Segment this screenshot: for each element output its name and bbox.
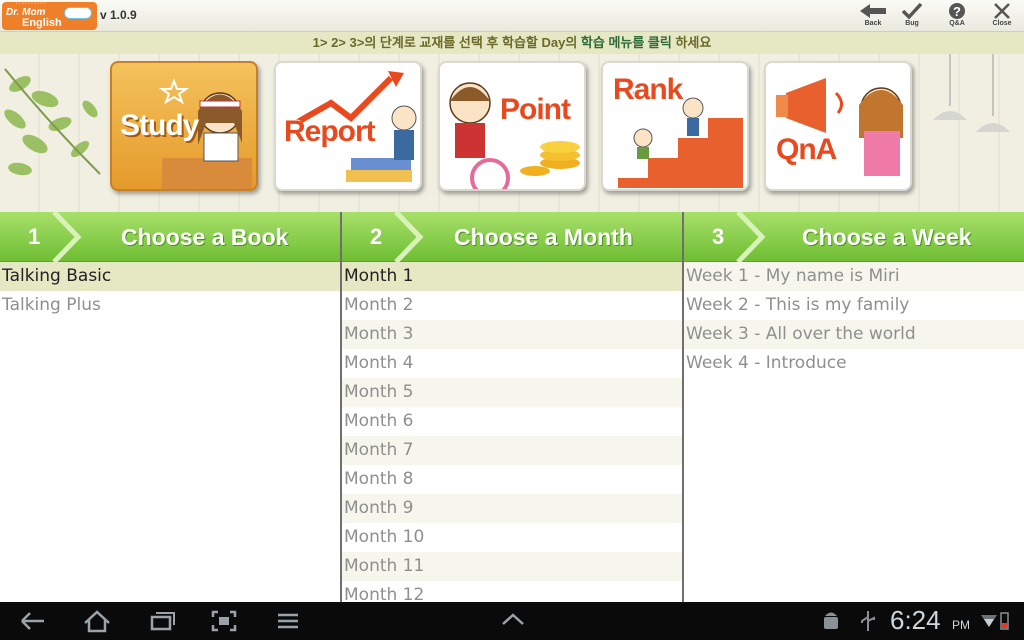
book-step-number: 1: [28, 224, 41, 249]
app-version: v 1.0.9: [100, 8, 137, 22]
month-list-item[interactable]: Month 9: [342, 494, 682, 523]
point-illustration-icon: [449, 82, 580, 189]
qa-label: Q&A: [949, 20, 965, 27]
month-list-item[interactable]: Month 8: [342, 465, 682, 494]
lamp-decoration-icon-2: [976, 54, 1010, 132]
month-list-item[interactable]: Month 2: [342, 291, 682, 320]
logo-line2: English: [22, 17, 62, 29]
book-column-title: Choose a Book: [121, 224, 289, 250]
study-label: Study: [120, 109, 199, 142]
wifi-icon: [981, 615, 997, 627]
month-column-title: Choose a Month: [454, 224, 633, 250]
back-arrow-icon: [860, 4, 886, 18]
month-column-header: 2 Choose a Month: [342, 212, 682, 262]
rank-menu-button[interactable]: Rank: [601, 61, 749, 191]
app-window: · · · · · · · · · · Dr. Mom English v 1.…: [0, 0, 1024, 640]
top-bar: · · · · · · · · · · Dr. Mom English v 1.…: [0, 0, 1024, 32]
point-menu-button[interactable]: Point: [438, 61, 586, 191]
menu-icon[interactable]: [276, 609, 300, 633]
week-list: Week 1 - My name is Miri Week 2 - This is…: [684, 262, 1024, 378]
status-time: 6:24: [890, 605, 941, 635]
instruction-text: 1> 2> 3>의 단계로 교재를 선택 후 학습할 Day의 학습 메뉴를 클…: [0, 32, 1024, 54]
screenshot-icon[interactable]: [210, 609, 238, 633]
instruction-highlight: 학습 메뉴를 클릭: [580, 35, 672, 50]
battery-icon: [1000, 612, 1009, 630]
system-nav-bar: 6:24 PM: [0, 602, 1024, 640]
status-ampm: PM: [952, 618, 970, 632]
month-list-item[interactable]: Month 4: [342, 349, 682, 378]
svg-text:?: ?: [953, 4, 961, 19]
book-column-header: 1 Choose a Book: [0, 212, 340, 262]
qa-button[interactable]: ? Q&A: [940, 2, 974, 30]
week-list-item[interactable]: Week 4 - Introduce: [684, 349, 1024, 378]
chevron-right-icon: [52, 212, 82, 262]
leaves-decoration-icon: [4, 68, 101, 176]
instruction-prefix: 1> 2> 3>의 단계로 교재를 선택 후 학습할 Day의: [312, 35, 581, 50]
month-list-item[interactable]: Month 11: [342, 552, 682, 581]
qna-menu-button[interactable]: QnA: [764, 61, 912, 191]
chevron-right-icon: [736, 212, 766, 262]
report-menu-button[interactable]: Report: [274, 61, 422, 191]
report-label: Report: [284, 115, 376, 148]
book-column: 1 Choose a Book Talking Basic Talking Plu…: [0, 212, 340, 602]
qna-label: QnA: [776, 133, 837, 166]
checkmark-icon: [901, 2, 923, 20]
recent-apps-icon[interactable]: [148, 609, 176, 633]
qna-illustration-icon: [776, 78, 903, 176]
back-icon[interactable]: [20, 609, 46, 633]
week-list-item[interactable]: Week 3 - All over the world: [684, 320, 1024, 349]
home-icon[interactable]: [82, 609, 112, 633]
month-list-item[interactable]: Month 5: [342, 378, 682, 407]
back-button[interactable]: Back: [856, 2, 890, 30]
chevron-up-icon[interactable]: [500, 609, 526, 629]
bug-label: Bug: [905, 20, 919, 27]
android-icon: [824, 612, 838, 629]
book-list-item[interactable]: Talking Basic: [0, 262, 340, 291]
month-list-item[interactable]: Month 1: [342, 262, 682, 291]
book-list: Talking Basic Talking Plus: [0, 262, 340, 320]
study-menu-button[interactable]: Study: [110, 61, 258, 191]
month-step-number: 2: [370, 224, 383, 249]
app-logo: · · · · · · · · · · Dr. Mom English: [2, 2, 97, 30]
month-list-item[interactable]: Month 10: [342, 523, 682, 552]
bug-button[interactable]: Bug: [895, 2, 929, 30]
close-label: Close: [992, 20, 1012, 27]
month-list-item[interactable]: Month 12: [342, 581, 682, 602]
month-list-item[interactable]: Month 6: [342, 407, 682, 436]
usb-icon: [861, 611, 875, 631]
logo-cloud-icon: [64, 7, 92, 19]
month-list-item[interactable]: Month 7: [342, 436, 682, 465]
week-step-number: 3: [712, 224, 725, 249]
question-icon: ?: [949, 3, 965, 19]
book-list-item[interactable]: Talking Plus: [0, 291, 340, 320]
month-list-item[interactable]: Month 3: [342, 320, 682, 349]
week-column-title: Choose a Week: [802, 224, 972, 250]
back-label: Back: [864, 20, 882, 27]
week-column: 3 Choose a Week Week 1 - My name is Miri…: [684, 212, 1024, 602]
close-icon: [994, 3, 1010, 19]
rank-label: Rank: [613, 73, 683, 106]
close-button[interactable]: Close: [985, 2, 1019, 30]
week-list-item[interactable]: Week 2 - This is my family: [684, 291, 1024, 320]
month-column: 2 Choose a Month Month 1 Month 2 Month 3 Mo…: [342, 212, 682, 602]
week-list-item[interactable]: Week 1 - My name is Miri: [684, 262, 1024, 291]
point-label: Point: [500, 93, 571, 126]
week-column-header: 3 Choose a Week: [684, 212, 1024, 262]
instruction-suffix: 하세요: [671, 35, 712, 50]
chevron-right-icon: [394, 212, 424, 262]
menu-banner: Study Report Point Rank QnA: [0, 54, 1024, 212]
month-list: Month 1 Month 2 Month 3 Month 4 Month 5 Month…: [342, 262, 682, 602]
